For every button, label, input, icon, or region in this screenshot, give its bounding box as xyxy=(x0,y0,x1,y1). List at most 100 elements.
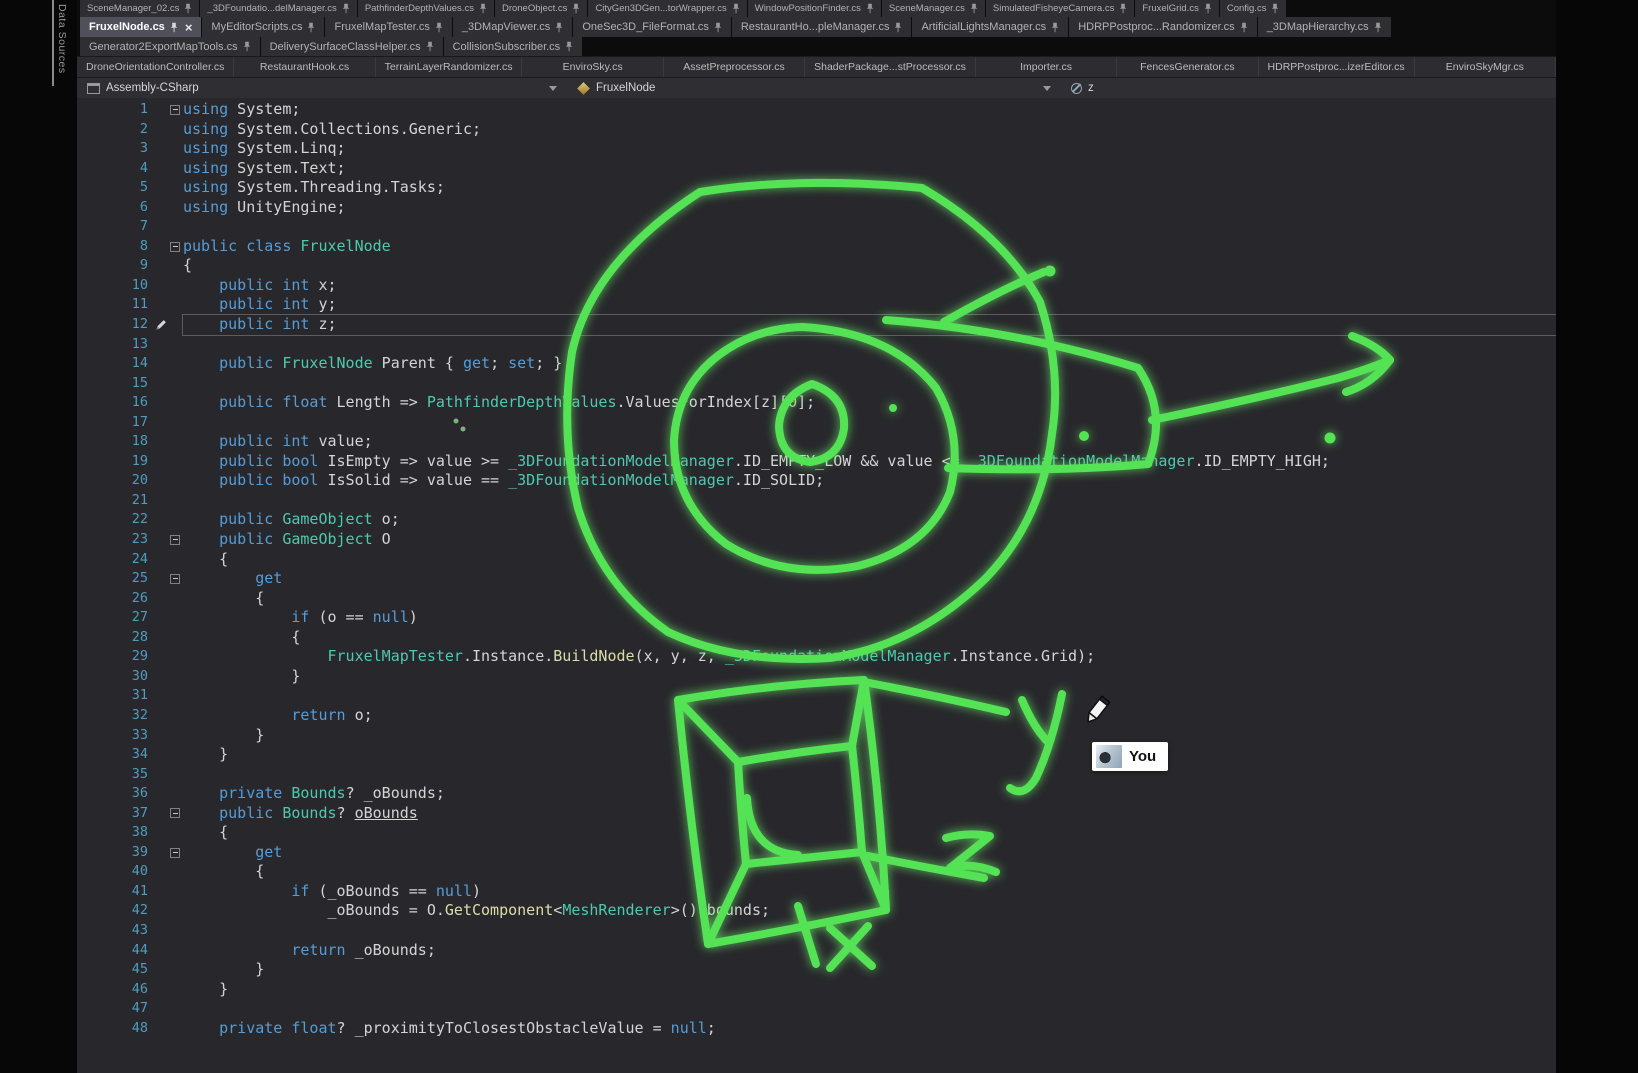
editor-tab[interactable]: FencesGenerator.cs xyxy=(1117,57,1258,77)
line-number: 44 xyxy=(77,941,152,961)
code-text: if (o == null) xyxy=(183,608,1556,628)
pin-icon[interactable] xyxy=(1240,22,1248,33)
tab-label: HDRPPostproc...izerEditor.cs xyxy=(1268,61,1405,73)
editor-tab[interactable]: WindowPositionFinder.cs xyxy=(748,0,881,17)
code-line-3: 3 using System.Linq; xyxy=(77,139,1556,159)
editor-tab[interactable]: FruxelGrid.cs xyxy=(1135,0,1218,17)
pin-icon[interactable] xyxy=(307,22,315,33)
editor-tab[interactable]: _3DMapHierarchy.cs xyxy=(1258,17,1391,37)
pin-icon[interactable] xyxy=(894,22,902,33)
breadcrumb-member[interactable]: z xyxy=(1061,78,1556,98)
editor-tab[interactable]: Importer.cs xyxy=(976,57,1117,77)
editor-tab[interactable]: PathfinderDepthValues.cs xyxy=(358,0,494,17)
line-number: 38 xyxy=(77,823,152,843)
editor-tab[interactable]: _3DMapViewer.cs xyxy=(453,17,572,37)
code-text: public int z; xyxy=(183,315,1556,335)
tab-label: DroneObject.cs xyxy=(502,3,567,14)
pin-icon[interactable] xyxy=(1051,22,1059,33)
code-text xyxy=(183,335,1556,355)
editor-tab[interactable]: SceneManager_02.cs xyxy=(80,0,199,17)
pin-icon[interactable] xyxy=(866,3,874,14)
left-rail-divider xyxy=(52,0,54,86)
code-editor[interactable]: 1using System;2using System.Collections.… xyxy=(77,98,1556,1073)
line-number: 5 xyxy=(77,178,152,198)
editor-tab[interactable]: ArtificialLightsManager.cs xyxy=(912,17,1068,37)
pin-icon[interactable] xyxy=(1204,3,1212,14)
pin-icon[interactable] xyxy=(479,3,487,14)
code-text: public int y; xyxy=(183,295,1556,315)
editor-tab[interactable]: EnviroSky.cs xyxy=(522,57,663,77)
editor-tab[interactable]: _3DFoundatio...delManager.cs xyxy=(200,0,356,17)
pin-icon[interactable] xyxy=(1271,3,1279,14)
editor-tab[interactable]: EnviroSkyMgr.cs xyxy=(1415,57,1556,77)
fold-marker[interactable] xyxy=(170,574,180,584)
editor-tab[interactable]: Config.cs xyxy=(1220,0,1287,17)
editor-tab[interactable]: OneSec3D_FileFormat.cs xyxy=(573,17,731,37)
editor-tab[interactable]: FruxelMapTester.cs xyxy=(325,17,451,37)
code-lines: 1using System;2using System.Collections.… xyxy=(77,100,1556,1038)
pin-icon[interactable] xyxy=(1119,3,1127,14)
line-number: 29 xyxy=(77,647,152,667)
code-line-2: 2using System.Collections.Generic; xyxy=(77,120,1556,140)
editor-tab[interactable]: MyEditorScripts.cs xyxy=(202,17,324,37)
close-icon[interactable]: × xyxy=(185,21,193,34)
code-line-35: 35 xyxy=(77,765,1556,785)
editor-tab[interactable]: RestaurantHook.cs xyxy=(234,57,375,77)
editor-tab[interactable]: Generator2ExportMapTools.cs xyxy=(80,37,260,56)
pin-icon[interactable] xyxy=(732,3,740,14)
tab-label: CollisionSubscriber.cs xyxy=(453,41,561,53)
pin-icon[interactable] xyxy=(435,22,443,33)
pin-icon[interactable] xyxy=(170,22,178,33)
pin-icon[interactable] xyxy=(970,3,978,14)
fold-marker[interactable] xyxy=(170,848,180,858)
pin-icon[interactable] xyxy=(572,3,580,14)
line-number: 39 xyxy=(77,843,152,863)
pin-icon[interactable] xyxy=(426,41,434,52)
editor-tab[interactable]: SceneManager.cs xyxy=(882,0,985,17)
editor-tab[interactable]: DroneObject.cs xyxy=(495,0,587,17)
pin-icon[interactable] xyxy=(342,3,350,14)
fold-marker[interactable] xyxy=(170,808,180,818)
pin-icon[interactable] xyxy=(1374,22,1382,33)
chevron-down-icon[interactable] xyxy=(1043,86,1051,91)
code-text: public int x; xyxy=(183,276,1556,296)
editor-tab[interactable]: ShaderPackage...stProcessor.cs xyxy=(805,57,976,77)
code-line-10: 10 public int x; xyxy=(77,276,1556,296)
pin-icon[interactable] xyxy=(555,22,563,33)
code-text xyxy=(183,491,1556,511)
editor-tab[interactable]: FruxelNode.cs× xyxy=(80,17,201,37)
code-line-6: 6using UnityEngine; xyxy=(77,198,1556,218)
editor-tab[interactable]: DroneOrientationController.cs xyxy=(77,57,234,77)
pin-icon[interactable] xyxy=(714,22,722,33)
line-number: 35 xyxy=(77,765,152,785)
fold-marker[interactable] xyxy=(170,105,180,115)
code-text: get xyxy=(183,843,1556,863)
line-number: 3 xyxy=(77,139,152,159)
fold-marker[interactable] xyxy=(170,535,180,545)
tab-label: _3DFoundatio...delManager.cs xyxy=(207,3,336,14)
line-number: 1 xyxy=(77,100,152,120)
data-sources-tab[interactable]: Data Sources xyxy=(56,4,68,94)
editor-tab[interactable]: SimulatedFisheyeCamera.cs xyxy=(986,0,1134,17)
editor-tab[interactable]: RestaurantHo...pleManager.cs xyxy=(732,17,912,37)
code-text: using System.Linq; xyxy=(183,139,1556,159)
editor-tab[interactable]: HDRPPostproc...izerEditor.cs xyxy=(1259,57,1415,77)
editor-tab[interactable]: AssetPreprocessor.cs xyxy=(664,57,805,77)
fold-marker[interactable] xyxy=(170,242,180,252)
chevron-down-icon[interactable] xyxy=(549,86,557,91)
breadcrumb-type[interactable]: FruxelNode xyxy=(567,78,1061,98)
editor-tab[interactable]: DeliverySurfaceClassHelper.cs xyxy=(261,37,443,56)
breadcrumb-project[interactable]: Assembly-CSharp xyxy=(77,78,567,98)
pin-icon[interactable] xyxy=(184,3,192,14)
pin-icon[interactable] xyxy=(243,41,251,52)
pin-icon[interactable] xyxy=(565,41,573,52)
code-text: { xyxy=(183,589,1556,609)
editor-tab[interactable]: TerrainLayerRandomizer.cs xyxy=(376,57,523,77)
line-number: 17 xyxy=(77,413,152,433)
editor-tab[interactable]: CollisionSubscriber.cs xyxy=(444,37,583,56)
tab-label: DroneOrientationController.cs xyxy=(86,61,224,73)
editor-tab[interactable]: CityGen3DGen...torWrapper.cs xyxy=(588,0,746,17)
edit-pencil-icon xyxy=(155,318,168,331)
editor-tab[interactable]: HDRPPostproc...Randomizer.cs xyxy=(1069,17,1257,37)
code-line-44: 44 return _oBounds; xyxy=(77,941,1556,961)
